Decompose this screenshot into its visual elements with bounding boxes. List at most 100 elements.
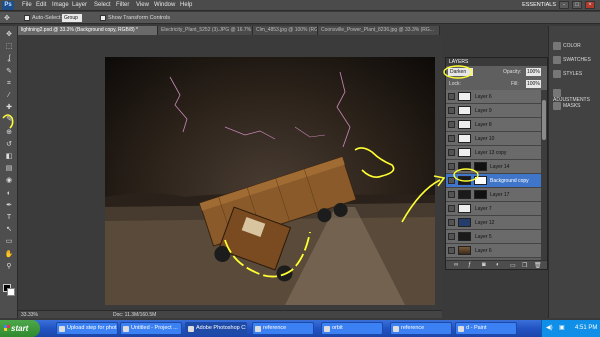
maximize-button[interactable]: □ [572,1,582,9]
new-layer-icon[interactable]: ❐ [522,262,527,269]
visibility-eye-icon[interactable] [448,191,455,198]
new-group-icon[interactable]: ▭ [510,262,516,269]
dock-color[interactable]: COLOR [553,42,599,54]
add-mask-icon[interactable]: ◙ [482,262,486,268]
clock[interactable]: 4:51 PM [575,325,597,331]
eyedropper-tool-icon[interactable]: ⁄ [4,91,14,101]
healing-tool-icon[interactable]: ✚ [4,103,14,113]
history-brush-tool-icon[interactable]: ↺ [4,140,14,150]
quick-select-tool-icon[interactable]: ✎ [4,67,14,77]
layer-row[interactable]: Layer 12 [446,216,541,230]
layer-row[interactable]: Layer 10 [446,132,541,146]
layer-row[interactable]: Layer 9 [446,104,541,118]
fill-field[interactable]: 100% [526,80,541,88]
visibility-eye-icon[interactable] [448,149,455,156]
marquee-tool-icon[interactable]: ⬚ [4,42,14,52]
shape-tool-icon[interactable]: ▭ [4,237,14,247]
visibility-eye-icon[interactable] [448,219,455,226]
layer-style-icon[interactable]: ƒ [468,262,471,268]
minimize-button[interactable]: - [559,1,569,9]
move-tool-icon[interactable]: ✥ [4,30,14,40]
document-canvas[interactable] [105,57,435,305]
layer-mask-thumbnail[interactable] [474,176,487,185]
volume-icon[interactable]: ◀) [546,324,553,331]
eraser-tool-icon[interactable]: ◧ [4,152,14,162]
menu-layer[interactable]: Layer [72,2,87,8]
type-tool-icon[interactable]: T [4,213,14,223]
visibility-eye-icon[interactable] [448,205,455,212]
visibility-eye-icon[interactable] [448,247,455,254]
start-button[interactable]: start [0,320,40,337]
menu-help[interactable]: Help [180,2,192,8]
dodge-tool-icon[interactable]: ◐ [4,189,14,199]
taskbar-item[interactable]: Upload step for phot... [56,322,118,335]
clone-stamp-tool-icon[interactable]: ⊕ [4,128,14,138]
visibility-eye-icon[interactable] [448,177,455,184]
layer-row[interactable]: Layer 13 copy [446,146,541,160]
layer-row[interactable]: Layer 8 [446,118,541,132]
show-transform-checkbox[interactable] [100,15,106,21]
layer-mask-thumbnail[interactable] [474,190,487,199]
trash-icon[interactable]: 🗑 [534,262,542,269]
layer-row[interactable]: Layer 17 [446,188,541,202]
layer-row[interactable]: Layer 6 [446,244,541,258]
network-icon[interactable]: ▣ [559,324,565,331]
taskbar-item[interactable]: orbit [321,322,383,335]
menu-window[interactable]: Window [154,2,175,8]
taskbar-item[interactable]: d - Paint [455,322,517,335]
tab-clm[interactable]: Clm_4853.jpg @ 100% (RG... [253,26,318,35]
blur-tool-icon[interactable]: ◉ [4,176,14,186]
crop-tool-icon[interactable]: ⌗ [4,79,14,89]
path-select-tool-icon[interactable]: ↖ [4,225,14,235]
dock-masks[interactable]: MASKS [553,102,599,114]
auto-select-checkbox[interactable] [24,15,30,21]
opacity-field[interactable]: 100% [526,68,541,76]
dock-adjustments[interactable]: ADJUSTMENTS [553,89,599,103]
menu-image[interactable]: Image [52,2,69,8]
menu-file[interactable]: File [22,2,32,8]
adjustment-layer-icon[interactable]: ◐ [496,262,500,268]
dock-swatches[interactable]: SWATCHES [553,56,599,68]
layers-scrollbar[interactable] [541,90,547,260]
dock-styles[interactable]: STYLES [553,70,599,82]
link-layers-icon[interactable]: ∞ [454,262,458,268]
menu-edit[interactable]: Edit [36,2,46,8]
auto-select-dropdown[interactable]: Group [62,14,82,22]
taskbar-item[interactable]: Adobe Photoshop CS... [185,322,247,335]
layer-row[interactable]: Layer 6 [446,90,541,104]
visibility-eye-icon[interactable] [448,163,455,170]
gradient-tool-icon[interactable]: ▤ [4,164,14,174]
layers-panel-title[interactable]: LAYERS [446,58,547,66]
layer-row[interactable]: Background copy [446,174,541,188]
menu-view[interactable]: View [136,2,149,8]
close-button[interactable]: × [585,1,595,9]
layer-mask-thumbnail[interactable] [474,162,487,171]
layer-row[interactable]: Layer 14 [446,160,541,174]
visibility-eye-icon[interactable] [448,121,455,128]
workspace-switcher[interactable]: ESSENTIALS [506,2,556,10]
hand-tool-icon[interactable]: ✋ [4,250,14,260]
pen-tool-icon[interactable]: ✒ [4,201,14,211]
layer-row[interactable]: Layer 7 [446,202,541,216]
background-color-swatch[interactable] [7,288,15,296]
taskbar-item[interactable]: Untitled - Project ... [120,322,182,335]
visibility-eye-icon[interactable] [448,233,455,240]
visibility-eye-icon[interactable] [448,135,455,142]
tab-electricity-plant[interactable]: Electricity_Plant_5252 (3).JPG @ 16.7% (… [158,26,253,35]
menu-select[interactable]: Select [94,2,111,8]
visibility-eye-icon[interactable] [448,93,455,100]
lasso-tool-icon[interactable]: ʆ [4,54,14,64]
tab-lightning2[interactable]: lightning2.psd @ 33.3% (Background copy,… [18,26,158,35]
blend-mode-dropdown[interactable]: Darken [448,68,473,76]
visibility-eye-icon[interactable] [448,107,455,114]
taskbar-item[interactable]: reference [390,322,452,335]
brush-tool-icon[interactable]: ✎ [4,115,14,125]
tab-coonsville[interactable]: Coonsville_Power_Plant_8236.jpg @ 33.3% … [318,26,440,35]
scrollbar-thumb[interactable] [542,100,546,140]
taskbar-item[interactable]: reference [252,322,314,335]
zoom-level[interactable]: 33.33% [21,312,38,318]
zoom-tool-icon[interactable]: ⚲ [4,262,14,272]
app-icon [123,326,129,332]
menu-filter[interactable]: Filter [116,2,129,8]
layer-row[interactable]: Layer 5 [446,230,541,244]
